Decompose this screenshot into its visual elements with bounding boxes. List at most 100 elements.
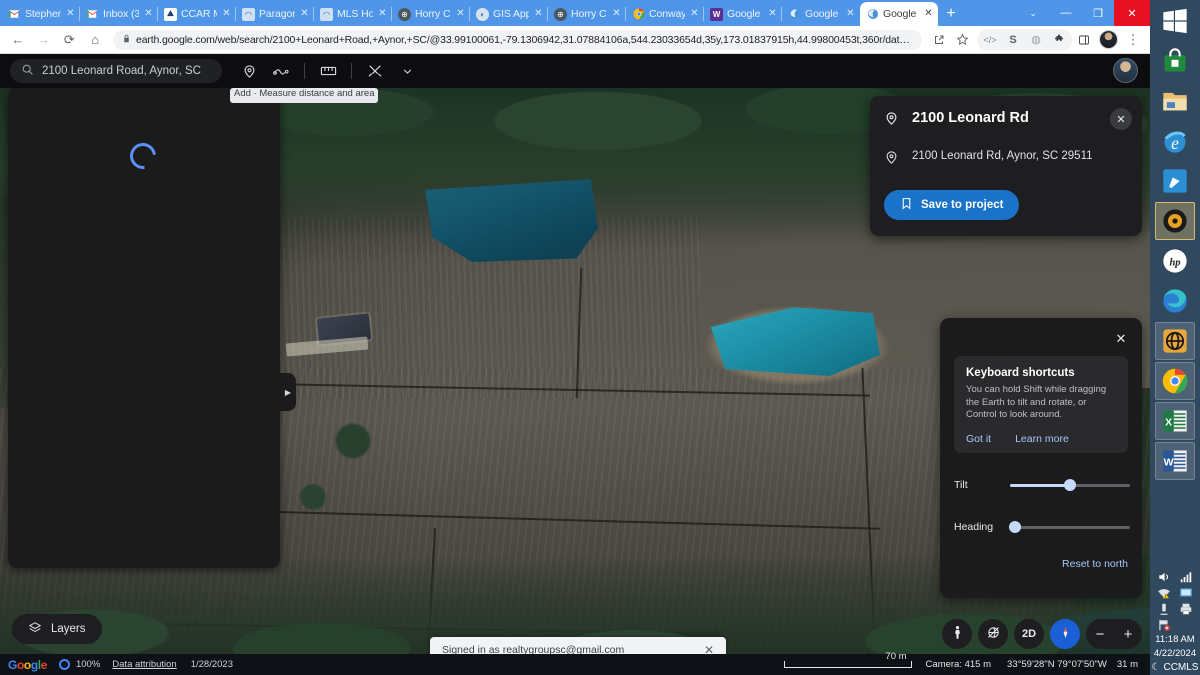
earth-toolbar <box>234 58 422 84</box>
profile-avatar[interactable] <box>1099 30 1118 49</box>
browser-tab[interactable]: Stephen ✕ <box>2 2 80 26</box>
tilt-slider-knob[interactable] <box>1064 479 1076 491</box>
microsoft-store-button[interactable] <box>1155 42 1195 80</box>
chrome-icon <box>632 8 645 21</box>
browser-tab[interactable]: Google ✕ <box>782 2 860 26</box>
minimize-button[interactable]: — <box>1050 0 1082 26</box>
ruler-icon[interactable] <box>313 58 343 84</box>
microsoft-edge-button[interactable] <box>1155 282 1195 320</box>
heading-slider[interactable] <box>1010 526 1130 529</box>
bookmark-star-icon[interactable] <box>951 29 973 51</box>
file-explorer-button[interactable] <box>1155 82 1195 120</box>
zoom-out-button[interactable]: − <box>1086 626 1114 643</box>
view-mode-button[interactable]: 2D <box>1014 619 1044 649</box>
s-extension-icon[interactable]: S <box>1002 29 1024 51</box>
tab-close-icon[interactable]: ✕ <box>143 9 154 20</box>
tray-date[interactable]: 4/22/2024 <box>1154 648 1196 660</box>
search-input[interactable]: 2100 Leonard Road, Aynor, SC <box>10 59 222 83</box>
browser-tab[interactable]: Conway ✕ <box>626 2 704 26</box>
close-window-button[interactable]: ✕ <box>1114 0 1150 26</box>
zoom-in-button[interactable]: + <box>1114 626 1142 643</box>
heading-slider-knob[interactable] <box>1009 521 1021 533</box>
internet-explorer-button[interactable]: e <box>1155 122 1195 160</box>
network-signal-icon[interactable] <box>1179 570 1193 584</box>
tree-canopy <box>330 418 376 464</box>
display-icon[interactable] <box>1179 586 1193 600</box>
save-to-project-button[interactable]: Save to project <box>884 190 1019 220</box>
microsoft-word-button[interactable]: W <box>1155 442 1195 480</box>
volume-icon[interactable] <box>1157 570 1171 584</box>
warning-network-icon[interactable]: ! <box>1157 586 1171 600</box>
browser-tab[interactable]: ⛰ CCAR M ✕ <box>158 2 236 26</box>
tab-close-icon[interactable]: ✕ <box>377 9 388 20</box>
layers-button[interactable]: Layers <box>12 614 102 644</box>
tilt-slider[interactable] <box>1010 484 1130 487</box>
usb-eject-icon[interactable] <box>1157 602 1171 616</box>
browser-tab[interactable]: W Google ✕ <box>704 2 782 26</box>
browser-tab[interactable]: ◠ MLS Ho ✕ <box>314 2 392 26</box>
google-chrome-button[interactable] <box>1155 362 1195 400</box>
compass-button[interactable] <box>1050 619 1080 649</box>
tab-close-icon[interactable]: ✕ <box>923 9 934 20</box>
tab-close-icon[interactable]: ✕ <box>221 9 232 20</box>
got-it-button[interactable]: Got it <box>966 433 991 445</box>
browser-tab[interactable]: ◐ GIS App ✕ <box>470 2 548 26</box>
ccmls-label: CCMLS <box>1163 662 1198 673</box>
learn-more-link[interactable]: Learn more <box>1015 433 1069 445</box>
side-panel-icon[interactable] <box>1073 29 1095 51</box>
street-view-button[interactable] <box>942 619 972 649</box>
chevron-down-icon[interactable] <box>392 58 422 84</box>
close-place-card-button[interactable]: ✕ <box>1110 108 1132 130</box>
path-line-icon[interactable] <box>266 58 296 84</box>
address-bar[interactable]: earth.google.com/web/search/2100+Leonard… <box>113 30 922 50</box>
tray-time[interactable]: 11:18 AM <box>1155 634 1194 646</box>
panel-expand-handle[interactable]: ▶ <box>280 373 296 411</box>
puzzle-extensions-icon[interactable] <box>1048 29 1070 51</box>
map-controls: 2D − + <box>942 619 1142 649</box>
browser-tab-active[interactable]: Google ✕ <box>860 2 938 26</box>
media-player-button[interactable] <box>1155 202 1195 240</box>
earth-profile-avatar[interactable] <box>1113 58 1138 83</box>
tab-close-icon[interactable]: ✕ <box>689 9 700 20</box>
gmail-icon <box>8 8 21 21</box>
tab-close-icon[interactable]: ✕ <box>611 9 622 20</box>
home-button[interactable]: ⌂ <box>83 28 107 52</box>
tab-close-icon[interactable]: ✕ <box>533 9 544 20</box>
printer-icon[interactable] <box>1179 602 1193 616</box>
shield-extension-icon[interactable]: ◍ <box>1025 29 1047 51</box>
reset-to-north-button[interactable]: Reset to north <box>1062 558 1128 570</box>
browser-tab[interactable]: ⊕ Horry C ✕ <box>392 2 470 26</box>
tab-close-icon[interactable]: ✕ <box>455 9 466 20</box>
code-extension-icon[interactable]: </> <box>979 29 1001 51</box>
tab-close-icon[interactable]: ✕ <box>845 9 856 20</box>
tab-close-icon[interactable]: ✕ <box>299 9 310 20</box>
bookmark-icon <box>900 197 913 213</box>
tab-close-icon[interactable]: ✕ <box>767 9 778 20</box>
new-tab-button[interactable]: + <box>938 2 964 26</box>
browser-tab[interactable]: Inbox (3 ✕ <box>80 2 158 26</box>
reload-button[interactable]: ⟳ <box>58 28 82 52</box>
browser-tab[interactable]: ◠ Paragon ✕ <box>236 2 314 26</box>
hp-support-button[interactable]: hp <box>1155 242 1195 280</box>
web-app-button[interactable] <box>1155 322 1195 360</box>
back-button[interactable]: ← <box>6 28 30 52</box>
map-pin-icon[interactable] <box>234 58 264 84</box>
search-results-panel[interactable]: ▶ <box>8 88 280 568</box>
crossed-tools-icon[interactable] <box>360 58 390 84</box>
toggle-imagery-button[interactable] <box>978 619 1008 649</box>
flag-alert-icon[interactable] <box>1157 618 1171 632</box>
map-viewport[interactable]: ▶ Add · Measure distance and area 2100 L… <box>0 88 1150 675</box>
tab-close-icon[interactable]: ✕ <box>65 9 76 20</box>
tab-search-chevron-icon[interactable]: ⌄ <box>1016 0 1050 26</box>
kebab-menu-icon[interactable]: ⋮ <box>1122 29 1144 51</box>
start-button[interactable] <box>1155 2 1195 40</box>
close-control-panel-button[interactable]: ✕ <box>1112 330 1130 348</box>
browser-tab[interactable]: ⊕ Horry C ✕ <box>548 2 626 26</box>
ccmls-app-label[interactable]: ☾ CCMLS <box>1152 662 1199 673</box>
share-icon[interactable] <box>928 29 950 51</box>
microsoft-excel-button[interactable]: X <box>1155 402 1195 440</box>
data-attribution-link[interactable]: Data attribution <box>112 659 176 670</box>
maximize-button[interactable]: ❐ <box>1082 0 1114 26</box>
pdf-tool-button[interactable] <box>1155 162 1195 200</box>
forward-button[interactable]: → <box>32 28 56 52</box>
